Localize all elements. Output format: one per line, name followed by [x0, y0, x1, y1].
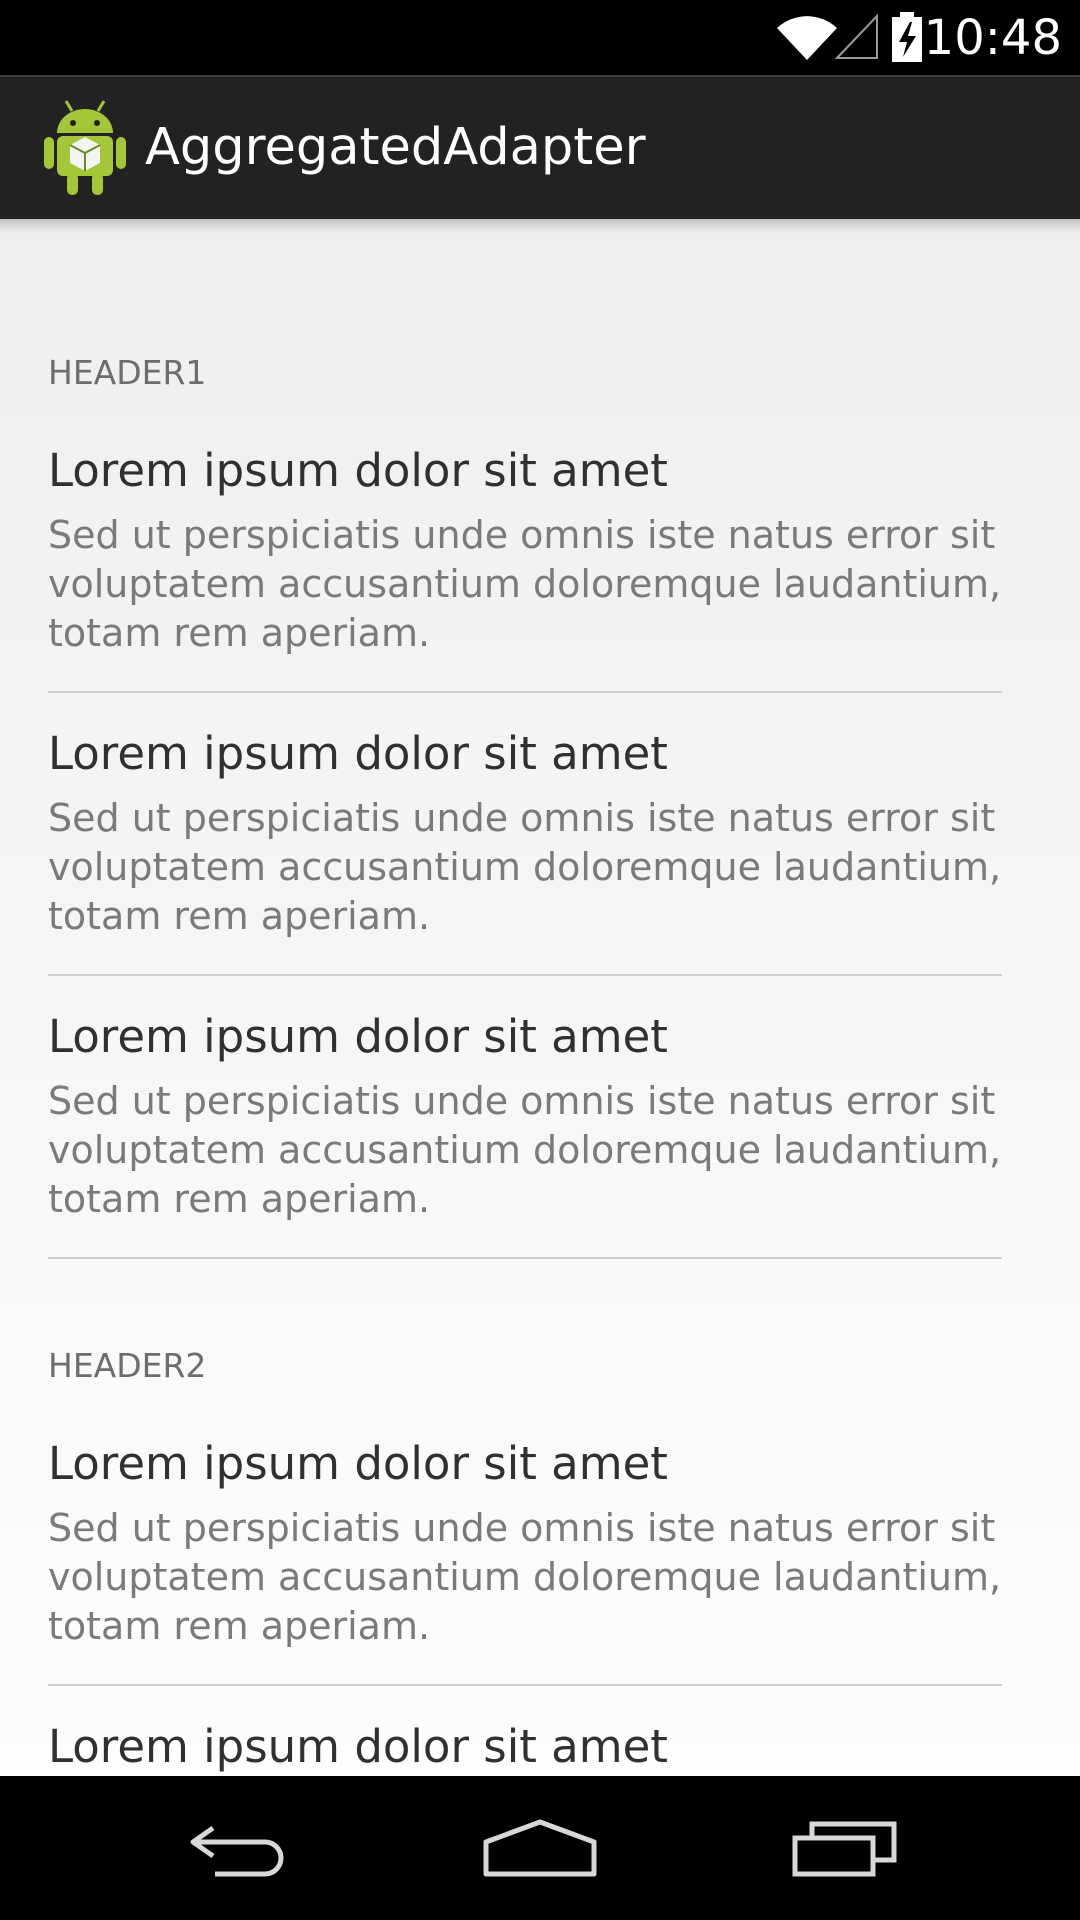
item-body: Sed ut perspiciatis unde omnis iste natu…	[48, 1506, 1002, 1648]
battery-charging-icon	[892, 12, 922, 62]
android-app-icon[interactable]	[40, 97, 130, 197]
back-icon	[190, 1825, 284, 1877]
divider	[48, 1257, 1002, 1259]
recent-apps-button[interactable]	[745, 1776, 945, 1920]
app-title: AggregatedAdapter	[145, 118, 646, 177]
wifi-icon	[777, 16, 837, 60]
status-bar: 10:48	[0, 0, 1080, 75]
aggregated-list[interactable]: HEADER1 Lorem ipsum dolor sit amet Sed u…	[0, 219, 1080, 1776]
recent-apps-icon	[792, 1821, 897, 1877]
screen: 10:48 AggregatedAdapter HEADER1 Lorem ip…	[0, 0, 1080, 1920]
signal-icon	[835, 14, 878, 59]
divider	[48, 974, 1002, 976]
status-clock: 10:48	[923, 10, 1062, 66]
item-body: Sed ut perspiciatis unde omnis iste natu…	[48, 796, 1002, 938]
section-header: HEADER1	[48, 353, 207, 392]
divider	[48, 691, 1002, 693]
section-header: HEADER2	[48, 1346, 207, 1385]
item-title: Lorem ipsum dolor sit amet	[48, 1010, 668, 1063]
navigation-bar	[0, 1776, 1080, 1920]
back-button[interactable]	[140, 1776, 340, 1920]
item-title: Lorem ipsum dolor sit amet	[48, 444, 668, 497]
item-body: Sed ut perspiciatis unde omnis iste natu…	[48, 1079, 1002, 1221]
divider	[48, 1684, 1002, 1686]
item-title: Lorem ipsum dolor sit amet	[48, 727, 668, 780]
item-title: Lorem ipsum dolor sit amet	[48, 1720, 668, 1773]
item-title: Lorem ipsum dolor sit amet	[48, 1437, 668, 1490]
item-body: Sed ut perspiciatis unde omnis iste natu…	[48, 513, 1002, 655]
home-button[interactable]	[440, 1776, 640, 1920]
home-icon	[483, 1819, 597, 1877]
action-bar: AggregatedAdapter	[0, 75, 1080, 219]
